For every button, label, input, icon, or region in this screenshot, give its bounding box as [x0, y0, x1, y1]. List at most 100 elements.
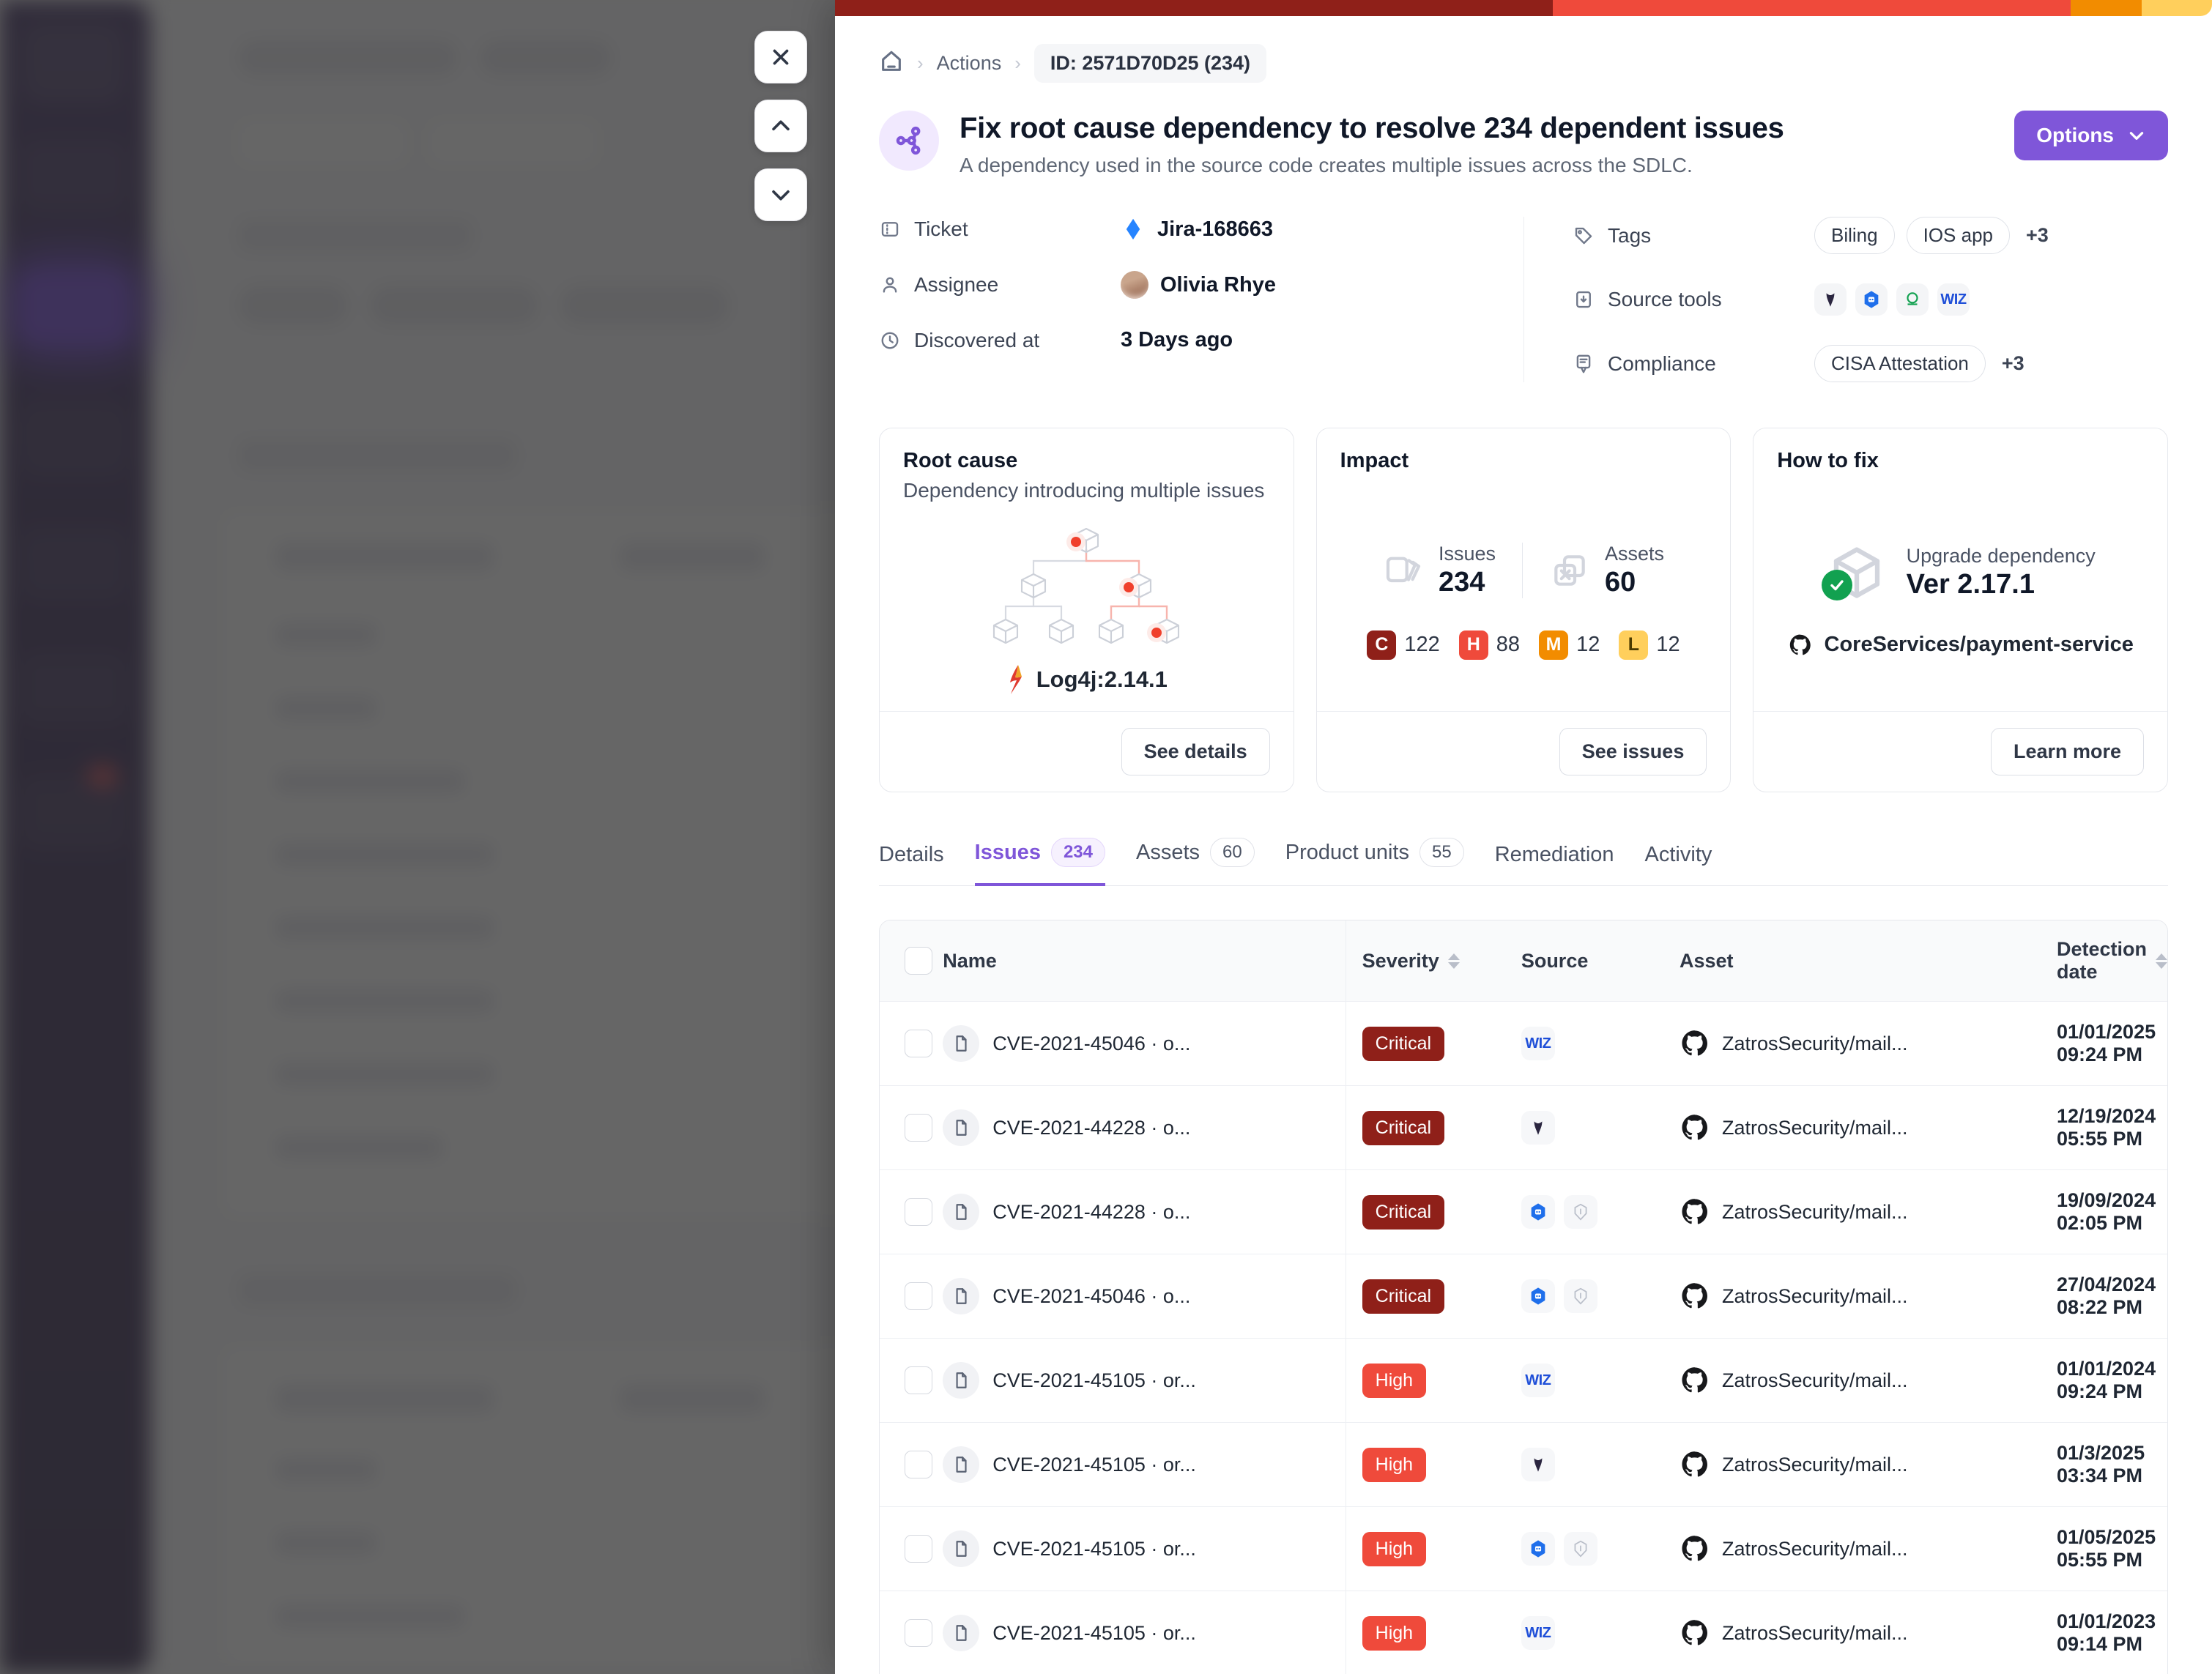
- dependabot-icon[interactable]: [1521, 1532, 1555, 1566]
- tags-overflow-count[interactable]: +3: [2026, 224, 2049, 247]
- impact-stat-label: Issues: [1438, 542, 1496, 565]
- breadcrumb-actions[interactable]: Actions: [937, 52, 1002, 75]
- row-severity-cell: High: [1345, 1591, 1521, 1674]
- summary-cards: Root cause Dependency introducing multip…: [879, 428, 2169, 792]
- row-checkbox[interactable]: [905, 1451, 932, 1478]
- compliance-chip[interactable]: CISA Attestation: [1814, 345, 1986, 382]
- close-icon: [773, 49, 789, 65]
- meta-value-assignee[interactable]: Olivia Rhye: [1121, 271, 1276, 299]
- tab-label: Remediation: [1494, 843, 1614, 866]
- dependabot-icon[interactable]: [1521, 1279, 1555, 1313]
- row-checkbox[interactable]: [905, 1282, 932, 1310]
- card-subtitle: Dependency introducing multiple issues: [903, 479, 1265, 502]
- tab-label: Issues: [974, 840, 1041, 864]
- table-row[interactable]: CVE-2021-45046 · o... Critical WIZ ZatrosSe…: [880, 1001, 2167, 1086]
- dependabot-icon[interactable]: [1521, 1195, 1555, 1229]
- meta-value-ticket[interactable]: Jira-168663: [1121, 217, 1273, 242]
- see-issues-button[interactable]: See issues: [1559, 728, 1707, 775]
- dependabot-icon[interactable]: [1855, 283, 1888, 316]
- shield-icon[interactable]: [1563, 1279, 1597, 1313]
- severity-segment-critical: [835, 0, 1554, 16]
- tab-activity[interactable]: Activity: [1645, 843, 1712, 886]
- column-header-source[interactable]: Source: [1521, 920, 1680, 1002]
- row-checkbox[interactable]: [905, 1030, 932, 1057]
- endor-icon[interactable]: [1814, 283, 1847, 316]
- severity-badge: Critical: [1362, 1110, 1445, 1145]
- next-item-button[interactable]: [754, 168, 807, 221]
- column-header-detection-date[interactable]: Detection date: [2056, 920, 2167, 1002]
- clock-icon: [881, 332, 899, 349]
- root-cause-package: Log4j:2.14.1: [1036, 666, 1168, 692]
- document-icon: [943, 1025, 980, 1062]
- breadcrumb-current[interactable]: ID: 2571D70D25 (234): [1033, 44, 1267, 83]
- table-row[interactable]: CVE-2021-45046 · o... Critical ZatrosSecur…: [880, 1254, 2167, 1339]
- apache-log4j-icon: [1009, 664, 1022, 694]
- wiz-icon[interactable]: WIZ: [1521, 1027, 1555, 1060]
- page-title: Fix root cause dependency to resolve 234…: [960, 112, 1784, 144]
- table-row[interactable]: CVE-2021-45105 · or... High WIZ ZatrosSecur…: [880, 1591, 2167, 1674]
- compliance-icon: [1576, 354, 1591, 373]
- shield-icon[interactable]: [1563, 1532, 1597, 1566]
- document-icon: [943, 1194, 980, 1230]
- table-row[interactable]: CVE-2021-44228 · o... Critical ZatrosSecur…: [880, 1085, 2167, 1170]
- sort-icon[interactable]: [1447, 953, 1460, 969]
- breadcrumb: › Actions › ID: 2571D70D25 (234): [879, 16, 2168, 83]
- row-checkbox[interactable]: [905, 1619, 932, 1647]
- tab-product-units[interactable]: Product units 55: [1285, 838, 1464, 886]
- tab-details[interactable]: Details: [879, 843, 944, 886]
- row-checkbox[interactable]: [905, 1198, 932, 1226]
- row-source-cell: [1521, 1254, 1680, 1339]
- home-button[interactable]: [879, 49, 904, 78]
- tag-chip[interactable]: IOS app: [1906, 217, 2010, 254]
- severity-count: 88: [1496, 633, 1521, 656]
- issue-name: CVE-2021-44228 · o...: [992, 1116, 1191, 1139]
- row-checkbox[interactable]: [905, 1535, 932, 1563]
- column-header-severity[interactable]: Severity: [1345, 920, 1521, 1002]
- fix-label: Upgrade dependency: [1906, 544, 2096, 567]
- learn-more-button[interactable]: Learn more: [1990, 728, 2145, 775]
- sort-icon[interactable]: [2156, 953, 2167, 969]
- table-row[interactable]: CVE-2021-45105 · or... High WIZ ZatrosSecur…: [880, 1338, 2167, 1423]
- how-to-fix-card: How to fix Upgrade dependency Ver 2.17.1…: [1753, 428, 2169, 792]
- row-date-cell: 01/05/2025 05:55 PM: [2056, 1506, 2167, 1591]
- root-cause-card: Root cause Dependency introducing multip…: [879, 428, 1294, 792]
- select-all-checkbox[interactable]: [905, 947, 932, 975]
- asset-name: ZatrosSecurity/mail...: [1721, 1200, 1908, 1223]
- row-severity-cell: Critical: [1345, 1001, 1521, 1086]
- impact-card: Impact Issues 234 Assets 60 C 122 H 88 M…: [1315, 428, 1732, 792]
- compliance-overflow-count[interactable]: +3: [2002, 352, 2024, 375]
- see-details-button[interactable]: See details: [1121, 728, 1270, 775]
- meta-label-discovered: Discovered at: [879, 329, 1121, 352]
- column-header-name[interactable]: Name: [943, 920, 1346, 1002]
- shield-icon[interactable]: [1563, 1195, 1597, 1229]
- repository-link[interactable]: CoreServices/payment-service: [1777, 633, 2144, 658]
- row-severity-cell: High: [1345, 1338, 1521, 1423]
- tab-remediation[interactable]: Remediation: [1495, 843, 1614, 886]
- breadcrumb-separator: ›: [917, 52, 924, 74]
- previous-item-button[interactable]: [754, 100, 807, 152]
- row-checkbox[interactable]: [905, 1114, 932, 1142]
- options-button[interactable]: Options: [2014, 111, 2168, 160]
- tab-issues[interactable]: Issues 234: [974, 838, 1105, 886]
- close-drawer-button[interactable]: [754, 31, 807, 83]
- row-select-cell: [880, 1506, 943, 1591]
- table-row[interactable]: CVE-2021-45105 · or... High ZatrosSecurity…: [880, 1506, 2167, 1591]
- table-row[interactable]: CVE-2021-45105 · or... High ZatrosSecurity…: [880, 1422, 2167, 1507]
- tag-chip[interactable]: Biling: [1814, 217, 1895, 254]
- meta-row-ticket: Ticket Jira-168663: [879, 217, 1523, 242]
- endor-icon[interactable]: [1521, 1111, 1555, 1145]
- wiz-icon[interactable]: WIZ: [1521, 1364, 1555, 1397]
- row-checkbox[interactable]: [905, 1366, 932, 1394]
- document-icon: [943, 1446, 980, 1483]
- column-header-asset[interactable]: Asset: [1679, 920, 2057, 1002]
- fix-version: Ver 2.17.1: [1906, 568, 2035, 600]
- endor-icon[interactable]: [1521, 1448, 1555, 1481]
- meta-row-assignee: Assignee Olivia Rhye: [879, 271, 1523, 299]
- table-row[interactable]: CVE-2021-44228 · o... Critical ZatrosSecur…: [880, 1169, 2167, 1254]
- severity-chip: M 12: [1539, 630, 1600, 660]
- row-date-cell: 19/09/2024 02:05 PM: [2056, 1169, 2167, 1254]
- tab-assets[interactable]: Assets 60: [1136, 838, 1255, 886]
- sonar-icon[interactable]: [1896, 283, 1929, 316]
- wiz-icon[interactable]: WIZ: [1521, 1616, 1555, 1650]
- wiz-icon[interactable]: WIZ: [1937, 283, 1970, 316]
